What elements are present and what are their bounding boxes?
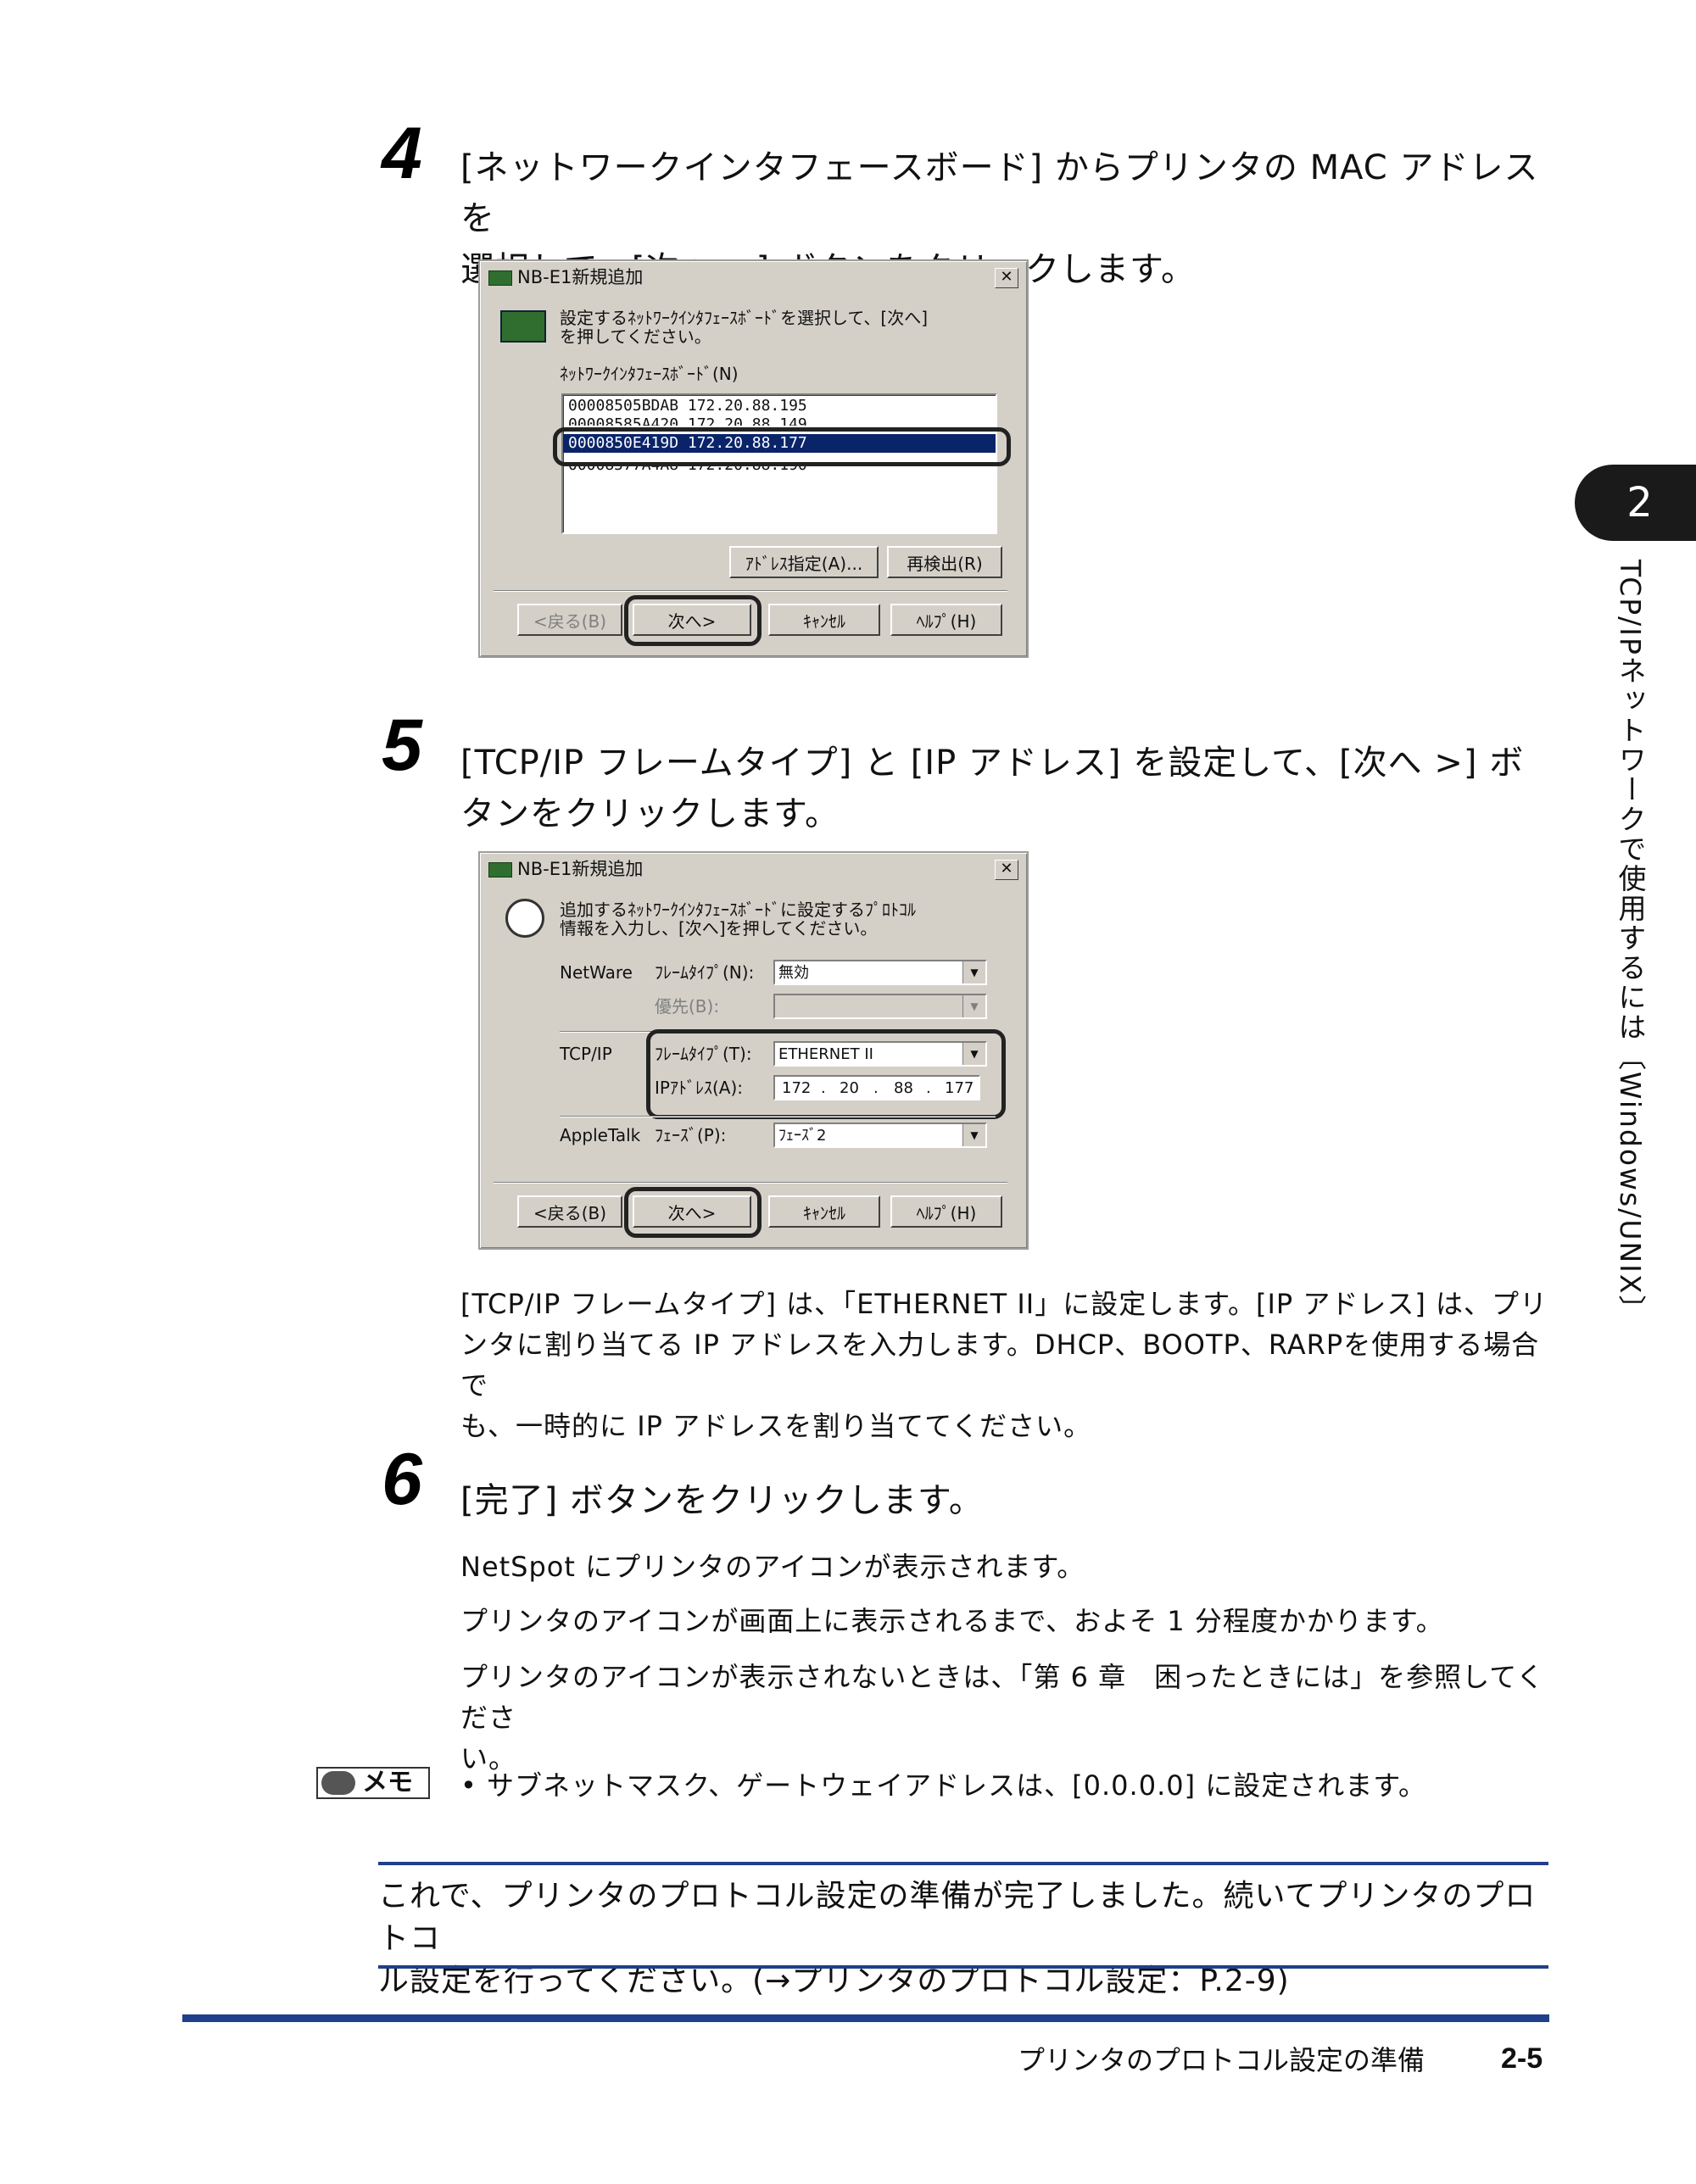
page-number: 2-5 (1501, 2042, 1543, 2075)
step-6-note-1: NetSpot にプリンタのアイコンが表示されます。 (460, 1551, 1085, 1583)
close-button[interactable]: ✕ (995, 268, 1018, 288)
address-specify-button[interactable]: ｱﾄﾞﾚｽ指定(A)... (729, 546, 879, 578)
dialog-message-line-1: 追加するﾈｯﾄﾜｰｸｲﾝﾀﾌｪｰｽﾎﾞｰﾄﾞに設定するﾌﾟﾛﾄｺﾙ (560, 900, 916, 920)
step-5-explanation: [TCP/IP フレームタイプ] は、「ETHERNET II」に設定します。[… (460, 1284, 1554, 1446)
divider (560, 1116, 996, 1117)
back-button[interactable]: <戻る(B) (517, 1195, 622, 1228)
priority-label: 優先(B): (655, 996, 720, 1017)
list-item[interactable]: 00008585A420 172.20.88.149 (568, 415, 807, 426)
next-highlight-frame (624, 1187, 762, 1238)
explanation-line: も、一時的に IP アドレスを割り当ててください。 (460, 1410, 1092, 1442)
summary-text: これで、プリンタのプロトコル設定の準備が完了しました。続いてプリンタのプロトコ … (378, 1875, 1557, 2003)
dialog-message-line-1: 設定するﾈｯﾄﾜｰｸｲﾝﾀﾌｪｰｽﾎﾞｰﾄﾞを選択して、[次へ] (560, 308, 929, 328)
back-button[interactable]: <戻る(B) (517, 604, 622, 636)
dialog-message-line-2: を押してください。 (560, 326, 711, 347)
selection-highlight-frame (553, 427, 1011, 466)
appletalk-label: AppleTalk (560, 1125, 641, 1145)
dialog-title: NB-E1新規追加 (517, 859, 644, 879)
next-highlight-frame (624, 595, 762, 646)
netware-frame-type-label: ﾌﾚｰﾑﾀｲﾌﾟ(N): (655, 962, 755, 983)
step-4-line-1: [ネットワークインタフェースボード] からプリンタの MAC アドレスを (460, 148, 1539, 238)
summary-top-rule (378, 1862, 1548, 1865)
rescan-button[interactable]: 再検出(R) (887, 546, 1002, 578)
chevron-down-icon[interactable]: ▼ (962, 961, 985, 983)
divider (494, 1182, 1007, 1184)
note-line: プリンタのアイコンが表示されないときは、「第 6 章 困ったときには」を参照して… (460, 1661, 1545, 1734)
chevron-down-icon[interactable]: ▼ (962, 1124, 985, 1146)
step-5-text: [TCP/IP フレームタイプ] と [IP アドレス] を設定して、[次へ >… (460, 738, 1554, 839)
chevron-down-icon[interactable]: ▼ (962, 995, 985, 1017)
divider (494, 590, 1007, 592)
summary-line: これで、プリンタのプロトコル設定の準備が完了しました。続いてプリンタのプロトコ (378, 1879, 1537, 1956)
netware-frame-type-select[interactable]: 無効 ▼ (773, 960, 987, 985)
step-6-note-2: プリンタのアイコンが画面上に表示されるまで、およそ 1 分程度かかります。 (460, 1605, 1444, 1637)
pencil-icon (321, 1771, 355, 1795)
network-board-icon (500, 310, 546, 343)
phase-value: ﾌｪｰｽﾞ2 (778, 1127, 827, 1145)
help-button[interactable]: ﾍﾙﾌﾟ(H) (890, 1195, 1002, 1228)
step-number-6: 6 (382, 1439, 422, 1520)
chapter-tab: 2 (1575, 465, 1696, 541)
board-list-label: ﾈｯﾄﾜｰｸｲﾝﾀﾌｪｰｽﾎﾞｰﾄﾞ(N) (560, 364, 739, 384)
info-bubble-icon (505, 899, 544, 938)
phase-select[interactable]: ﾌｪｰｽﾞ2 ▼ (773, 1123, 987, 1148)
tcpip-highlight-frame (646, 1029, 1006, 1119)
board-icon (488, 862, 512, 878)
step-6-note-3: プリンタのアイコンが表示されないときは、「第 6 章 困ったときには」を参照して… (460, 1657, 1554, 1779)
memo-text: • サブネットマスク、ゲートウェイアドレスは、[0.0.0.0] に設定されます… (460, 1769, 1427, 1802)
footer-rule (182, 2014, 1549, 2022)
summary-bottom-rule (378, 1965, 1548, 1969)
cancel-button[interactable]: ｷｬﾝｾﾙ (768, 604, 880, 636)
netware-label: NetWare (560, 962, 633, 983)
help-button[interactable]: ﾍﾙﾌﾟ(H) (890, 604, 1002, 636)
board-icon (488, 270, 512, 286)
dialog-message-line-2: 情報を入力し、[次へ]を押してください。 (560, 918, 878, 939)
step-number-4: 4 (382, 113, 422, 194)
dialog-protocol-settings: NB-E1新規追加 ✕ 追加するﾈｯﾄﾜｰｸｲﾝﾀﾌｪｰｽﾎﾞｰﾄﾞに設定するﾌ… (478, 851, 1029, 1250)
dialog-title-bar: NB-E1新規追加 ✕ (483, 856, 1024, 882)
close-button[interactable]: ✕ (995, 860, 1018, 880)
tcpip-label: TCP/IP (560, 1044, 612, 1064)
dialog-title: NB-E1新規追加 (517, 267, 644, 287)
memo-badge: メモ (316, 1767, 430, 1799)
step-number-5: 5 (382, 705, 422, 786)
cancel-button[interactable]: ｷｬﾝｾﾙ (768, 1195, 880, 1228)
dialog-select-board: NB-E1新規追加 ✕ 設定するﾈｯﾄﾜｰｸｲﾝﾀﾌｪｰｽﾎﾞｰﾄﾞを選択して、… (478, 259, 1029, 658)
explanation-line: [TCP/IP フレームタイプ] は、「ETHERNET II」に設定します。[… (460, 1288, 1548, 1320)
netware-frame-type-value: 無効 (778, 964, 809, 982)
step-6-line-1: [完了] ボタンをクリックします。 (460, 1481, 984, 1520)
chapter-vertical-title: TCP/IPネットワークで使用するには〔Windows/UNIX〕 (1614, 560, 1647, 1325)
step-6-text: [完了] ボタンをクリックします。 (460, 1475, 1554, 1526)
explanation-line: ンタに割り当てる IP アドレスを入力します。DHCP、BOOTP、RARPを使… (460, 1329, 1540, 1401)
footer-section: プリンタのプロトコル設定の準備 (1018, 2044, 1425, 2076)
priority-select[interactable]: ▼ (773, 994, 987, 1019)
list-item[interactable]: 00008505BDAB 172.20.88.195 (568, 397, 807, 415)
dialog-title-bar: NB-E1新規追加 ✕ (483, 265, 1024, 290)
step-5-line-1: [TCP/IP フレームタイプ] と [IP アドレス] を設定して、[次へ >… (460, 744, 1525, 783)
step-5-line-2: タンをクリックします。 (460, 794, 840, 833)
memo-label: メモ (362, 1768, 413, 1797)
phase-label: ﾌｪｰｽﾞ(P): (655, 1125, 727, 1145)
